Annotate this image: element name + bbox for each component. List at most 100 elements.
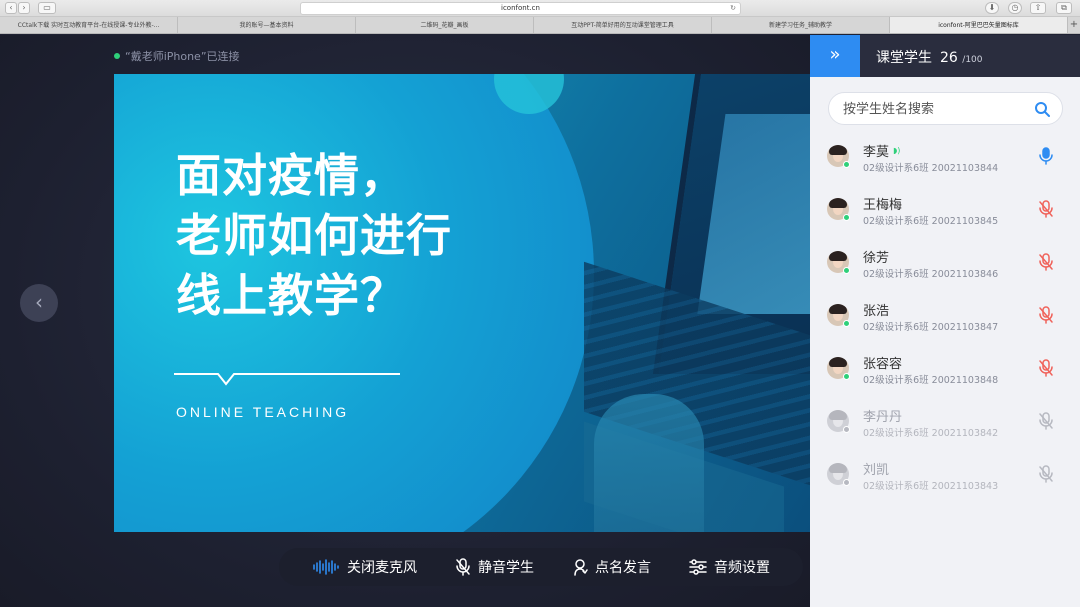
student-count-total: /100 [962,55,983,65]
double-chevron-right-icon: » [829,44,841,65]
student-name-text: 张浩 [863,304,890,319]
slide-title-line: 线上教学？ [176,269,407,322]
student-name: 张浩 [863,300,889,319]
student-name-text: 刘凯 [863,463,890,478]
browser-tab[interactable]: 新建学习任务_辅助教学 [712,17,890,33]
browser-toolbar: ‹ › ▭ iconfont.cn ↻ ⬇ ◷ ⇧ ⧉ [0,0,1080,17]
collapse-panel-button[interactable]: » [810,35,860,77]
mute-students-label: 静音学生 [478,560,534,576]
address-bar[interactable]: iconfont.cn ↻ [300,2,741,15]
mute-mic-label: 关闭麦克风 [347,560,417,576]
student-count: 26 /100 [940,50,983,66]
back-button[interactable]: ‹ [5,2,17,14]
hand-image [594,394,704,532]
slide-title-line: 面对疫情， [176,149,407,202]
mic-mute-icon [1039,465,1053,483]
student-name: 王梅梅 [863,194,902,213]
online-status-dot [843,320,850,327]
student-search-box[interactable] [828,92,1063,125]
student-info: 02级设计系6班 20021103846 [863,269,999,280]
online-status-dot [843,479,850,486]
student-list: 李莫 ◗) 02级设计系6班 20021103844 王梅梅 02级设计系6班 2002… [810,133,1080,504]
browser-tab[interactable]: CCtalk下载 实时互动教育平台-在线授课-专业外教-... [0,17,178,33]
connected-dot-icon [114,53,120,59]
student-info: 02级设计系6班 20021103845 [863,216,999,227]
student-row[interactable]: 张容容 02级设计系6班 20021103848 [810,345,1080,398]
speech-bubble-rule [174,373,400,386]
mic-mute-icon [456,558,470,576]
audio-settings-label: 音频设置 [714,560,770,576]
online-status-dot [843,426,850,433]
student-info: 02级设计系6班 20021103844 [863,163,999,174]
student-name-text: 李丹丹 [863,410,903,425]
mic-mute-icon[interactable] [1038,253,1054,271]
search-icon[interactable] [1034,101,1050,117]
address-url: iconfont.cn [501,4,540,12]
mic-mute-icon[interactable] [1038,306,1054,324]
sliders-icon [689,559,707,575]
tab-bar: CCtalk下载 实时互动教育平台-在线授课-专业外教-... 我的账号—基本资料… [0,17,1080,34]
reload-icon[interactable]: ↻ [730,3,736,14]
online-status-dot [843,373,850,380]
sound-wave-icon [313,559,339,575]
student-name-text: 李莫 [863,145,890,160]
connection-status-text: “戴老师iPhone”已连接 [125,50,240,63]
student-row[interactable]: 王梅梅 02级设计系6班 20021103845 [810,186,1080,239]
presentation-stage: “戴老师iPhone”已连接 ‹ 面对疫情， 老师如何进行 线上教学？ ONLI… [0,35,810,607]
student-panel: » 课堂学生 26 /100 李莫◗) 02级设计系6班 20021103844 王… [810,35,1080,607]
mic-mute-icon[interactable] [1038,200,1054,218]
student-info: 02级设计系6班 20021103843 [863,481,999,492]
connection-status: “戴老师iPhone”已连接 [114,48,240,64]
slide-title: 面对疫情， 老师如何进行 线上教学？ [176,146,452,326]
mic-mute-icon[interactable] [1038,359,1054,377]
student-row[interactable]: 李莫 ◗) 02级设计系6班 20021103844 [810,133,1080,186]
slide-title-line: 老师如何进行 [176,209,453,262]
student-name: 李丹丹 [863,406,902,425]
slide: 面对疫情， 老师如何进行 线上教学？ ONLINE TEACHING [114,74,810,532]
forward-button[interactable]: › [18,2,30,14]
panel-title-text: 课堂学生 [876,50,932,66]
student-info: 02级设计系6班 20021103842 [863,428,999,439]
student-name-text: 徐芳 [863,251,890,266]
student-search-input[interactable] [843,100,1023,118]
student-name-text: 王梅梅 [863,198,903,213]
mic-mute-icon [1039,412,1053,430]
mute-mic-button[interactable]: 关闭麦克风 [312,557,417,577]
call-on-student-button[interactable]: 点名发言 [572,557,651,577]
mic-icon[interactable] [1038,147,1054,165]
sidebar-toggle-button[interactable]: ▭ [38,2,56,14]
student-name: 李莫 ◗) [863,141,900,160]
tabs-overview-icon[interactable]: ⧉ [1056,2,1072,14]
student-row[interactable]: 徐芳 02级设计系6班 20021103846 [810,239,1080,292]
download-icon[interactable]: ⬇ [985,2,999,14]
previous-slide-button[interactable]: ‹ [20,284,58,322]
student-row[interactable]: 刘凯 02级设计系6班 20021103843 [810,451,1080,504]
call-on-student-label: 点名发言 [595,560,651,576]
history-icon[interactable]: ◷ [1008,2,1022,14]
online-status-dot [843,267,850,274]
speaking-icon: ◗) [893,146,901,155]
panel-title: 课堂学生 26 /100 [876,47,983,67]
student-row[interactable]: 张浩 02级设计系6班 20021103847 [810,292,1080,345]
new-tab-icon[interactable]: + [1068,17,1080,33]
browser-tab[interactable]: iconfont-阿里巴巴矢量图标库 [890,17,1068,33]
audio-settings-button[interactable]: 音频设置 [689,557,770,577]
student-name-text: 张容容 [863,357,903,372]
student-name: 徐芳 [863,247,889,266]
slide-subtitle: ONLINE TEACHING [176,404,350,420]
online-status-dot [843,161,850,168]
student-panel-header: » 课堂学生 26 /100 [810,35,1080,77]
student-info: 02级设计系6班 20021103847 [863,322,999,333]
student-row[interactable]: 李丹丹 02级设计系6班 20021103842 [810,398,1080,451]
browser-tab[interactable]: 互动PPT-简单好用的互动课堂管理工具 [534,17,712,33]
online-status-dot [843,214,850,221]
student-name: 张容容 [863,353,902,372]
control-bar: 关闭麦克风 静音学生 点名发言 音频设置 [279,548,803,586]
share-icon[interactable]: ⇧ [1030,2,1046,14]
student-info: 02级设计系6班 20021103848 [863,375,999,386]
browser-tab[interactable]: 我的账号—基本资料 [178,17,356,33]
student-name: 刘凯 [863,459,889,478]
hand-icon [574,559,588,576]
browser-tab[interactable]: 二维码_花瓣_画板 [356,17,534,33]
mute-students-button[interactable]: 静音学生 [455,557,534,577]
